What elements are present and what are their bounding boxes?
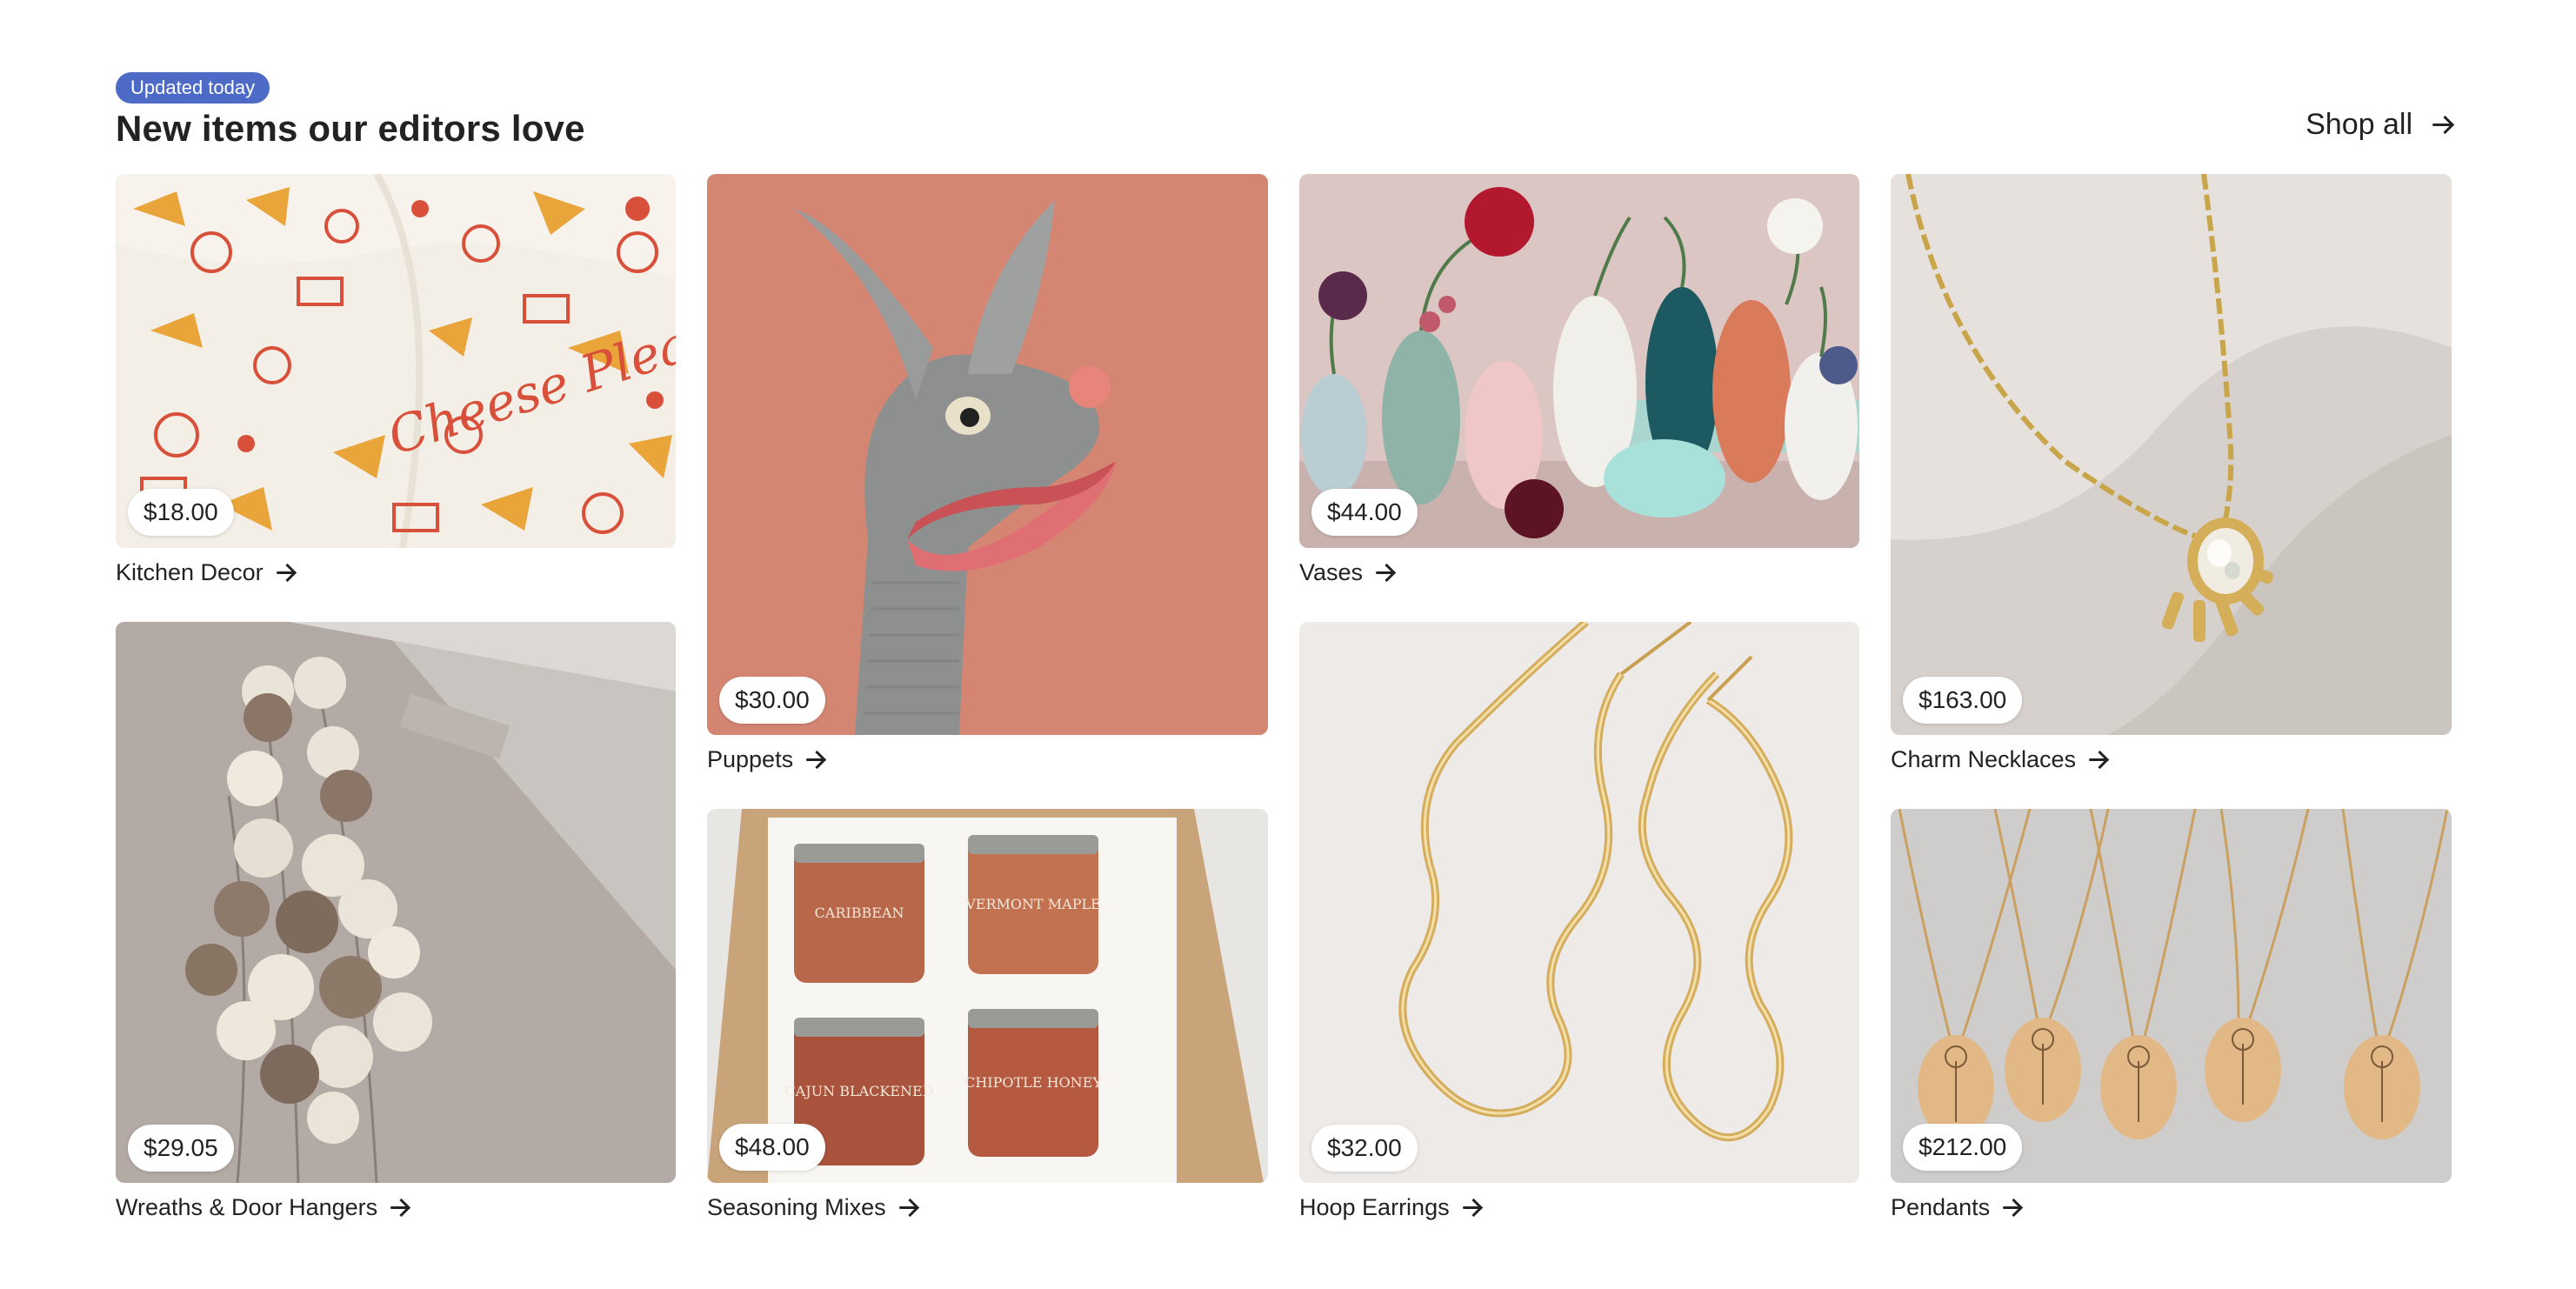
arrow-right-icon <box>276 563 297 582</box>
arrow-right-icon <box>805 750 826 769</box>
product-price: $44.00 <box>1311 489 1418 536</box>
product-card-wreaths[interactable]: $29.05 Wreaths & Door Hangers <box>116 622 676 1226</box>
product-card-pendants[interactable]: $212.00 Pendants <box>1891 809 2452 1226</box>
product-category-label: Pendants <box>1891 1193 1991 1220</box>
product-card-hoop-earrings[interactable]: $32.00 Hoop Earrings <box>1299 622 1859 1226</box>
jar-label: VERMONT MAPLE <box>964 896 1101 912</box>
product-image-opal-necklace <box>1891 174 2452 735</box>
product-card-puppets[interactable]: $30.00 Puppets <box>707 174 1268 778</box>
product-price: $163.00 <box>1903 677 2023 724</box>
product-category-label: Hoop Earrings <box>1299 1193 1450 1220</box>
arrow-right-icon <box>390 1198 410 1217</box>
product-price: $48.00 <box>719 1124 825 1171</box>
product-category-link[interactable]: Pendants <box>1891 1188 2023 1226</box>
product-category-label: Vases <box>1299 558 1364 585</box>
product-image-sock-puppet <box>707 174 1268 735</box>
arrow-right-icon <box>898 1198 919 1217</box>
product-category-label: Puppets <box>707 745 794 772</box>
product-category-label: Wreaths & Door Hangers <box>116 1193 378 1220</box>
shop-all-link[interactable]: Shop all <box>2306 103 2454 146</box>
product-price: $212.00 <box>1903 1124 2023 1171</box>
editors-picks-section: Updated today New items our editors love… <box>0 0 2576 1289</box>
product-price: $18.00 <box>128 489 234 536</box>
product-price: $29.05 <box>128 1125 234 1172</box>
product-category-link[interactable]: Charm Necklaces <box>1891 740 2109 778</box>
arrow-right-icon <box>2002 1198 2023 1217</box>
arrow-right-icon <box>2088 750 2109 769</box>
product-price: $30.00 <box>719 677 825 724</box>
product-category-link[interactable]: Hoop Earrings <box>1299 1188 1483 1226</box>
product-card-vases[interactable]: $44.00 Vases <box>1299 174 1859 591</box>
product-price: $32.00 <box>1311 1125 1418 1172</box>
product-category-label: Kitchen Decor <box>116 558 264 585</box>
jar-label: CAJUN BLACKENED <box>784 1083 933 1099</box>
product-card-seasoning[interactable]: CARIBBEAN VERMONT MAPLE CAJUN BLACKENED … <box>707 809 1268 1226</box>
product-card-charm-necklaces[interactable]: $163.00 Charm Necklaces <box>1891 174 2452 778</box>
arrow-right-icon <box>1375 563 1396 582</box>
product-category-link[interactable]: Kitchen Decor <box>116 553 297 591</box>
product-category-label: Seasoning Mixes <box>707 1193 886 1220</box>
jar-label: CHIPOTLE HONEY <box>964 1074 1102 1091</box>
arrow-right-icon <box>1462 1198 1483 1217</box>
product-category-link[interactable]: Vases <box>1299 553 1396 591</box>
product-category-link[interactable]: Seasoning Mixes <box>707 1188 919 1226</box>
product-card-kitchen-decor[interactable]: Cheese Please $18.00 Kitchen Decor <box>116 174 676 591</box>
product-image-acorn-garland <box>116 622 676 1183</box>
updated-badge: Updated today <box>116 72 270 104</box>
product-category-link[interactable]: Wreaths & Door Hangers <box>116 1188 410 1226</box>
product-image-wavy-hoops <box>1299 622 1859 1183</box>
product-category-label: Charm Necklaces <box>1891 745 2077 772</box>
arrow-right-icon <box>2432 115 2454 134</box>
jar-label: CARIBBEAN <box>815 905 904 921</box>
shop-all-label: Shop all <box>2306 107 2412 141</box>
product-category-link[interactable]: Puppets <box>707 740 826 778</box>
section-heading: New items our editors love <box>116 108 585 149</box>
